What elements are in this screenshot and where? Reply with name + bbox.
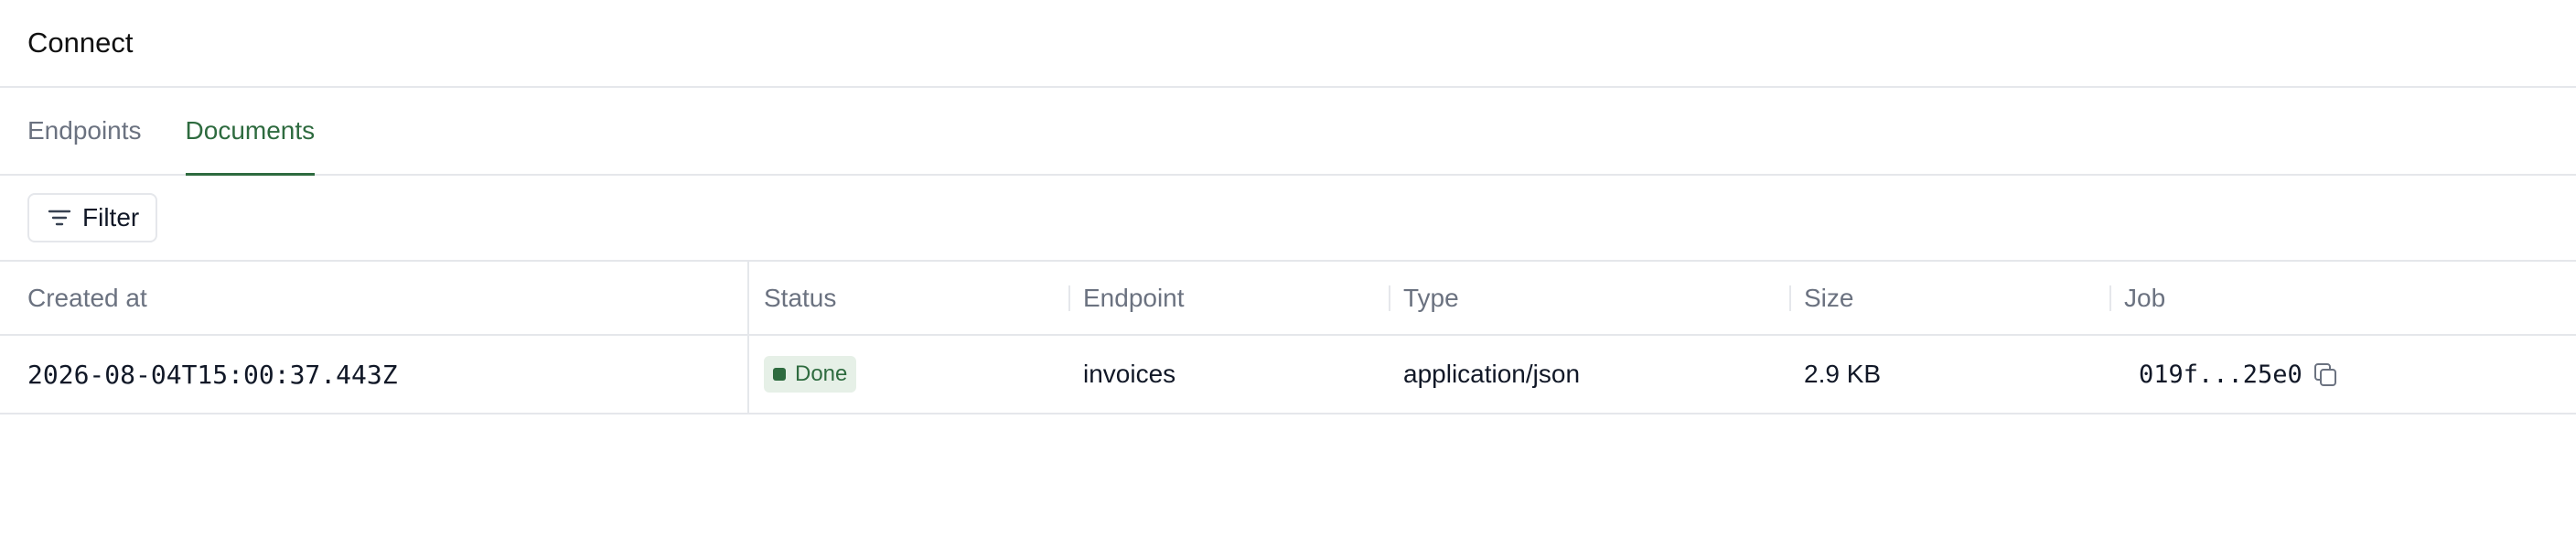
copy-icon[interactable] [2312, 361, 2339, 389]
type-cell: application/json [1389, 335, 1789, 414]
filter-icon [48, 208, 71, 228]
endpoint-cell: invoices [1068, 335, 1389, 414]
column-header-created-at[interactable]: Created at [0, 262, 749, 336]
app-header: Connect [0, 0, 2576, 88]
documents-table: Created at Status Endpoint Type Size Job… [0, 262, 2576, 414]
app-title: Connect [27, 27, 134, 59]
column-header-type[interactable]: Type [1389, 262, 1789, 336]
status-cell: Done [748, 335, 1068, 414]
toolbar: Filter [0, 176, 2576, 262]
created-at-cell: 2026-08-04T15:00:37.443Z [0, 335, 749, 414]
column-header-endpoint[interactable]: Endpoint [1068, 262, 1389, 336]
tab-bar: Endpoints Documents [0, 88, 2576, 176]
column-header-status[interactable]: Status [748, 262, 1068, 336]
tab-documents[interactable]: Documents [185, 88, 315, 176]
job-cell: 019f...25e0 [2109, 335, 2576, 414]
column-header-size[interactable]: Size [1789, 262, 2109, 336]
status-dot-icon [773, 368, 786, 381]
tab-endpoints[interactable]: Endpoints [27, 88, 142, 174]
column-header-job[interactable]: Job [2109, 262, 2576, 336]
status-badge: Done [764, 356, 857, 393]
table-row[interactable]: 2026-08-04T15:00:37.443Z Done invoices a… [0, 335, 2576, 414]
job-id: 019f...25e0 [2139, 361, 2302, 389]
status-badge-label: Done [795, 361, 848, 386]
filter-button[interactable]: Filter [27, 193, 158, 242]
filter-button-label: Filter [82, 203, 140, 231]
table-header-row: Created at Status Endpoint Type Size Job [0, 262, 2576, 336]
size-cell: 2.9 KB [1789, 335, 2109, 414]
